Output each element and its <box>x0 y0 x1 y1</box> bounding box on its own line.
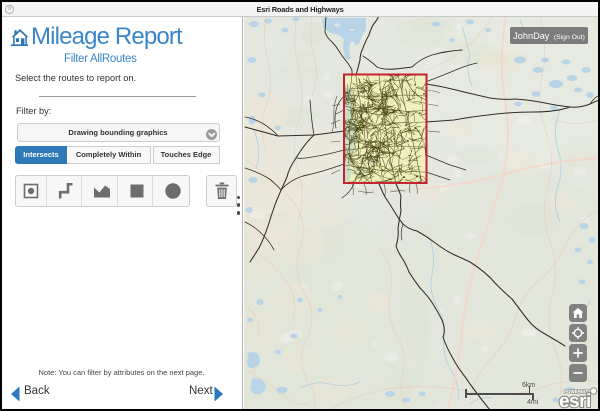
svg-text:esri: esri <box>559 391 591 411</box>
